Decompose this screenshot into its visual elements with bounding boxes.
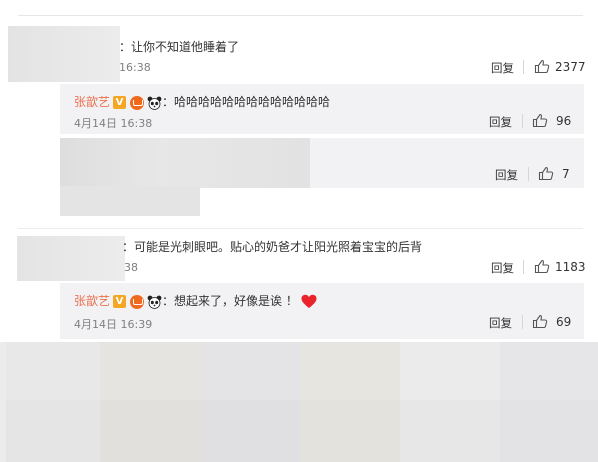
- comment-divider: [18, 228, 583, 229]
- like-count: 1183: [555, 260, 586, 274]
- like-count: 69: [556, 315, 572, 329]
- divider: [522, 114, 523, 128]
- blurred-block: [6, 342, 100, 400]
- blurred-block: [300, 400, 400, 462]
- reply-button[interactable]: 回复: [495, 167, 518, 183]
- divider: [522, 315, 523, 329]
- crown-badge-icon: [130, 95, 145, 110]
- thumbs-up-icon[interactable]: [534, 259, 550, 274]
- divider: [528, 167, 529, 181]
- comment-text: ：让你不知道他睡着了: [119, 40, 240, 54]
- sub-reply-line: 张歆艺 V ：想起来了，好像是诶 ！: [74, 292, 317, 309]
- reply-button[interactable]: 回复: [489, 315, 512, 331]
- panda-emoji-icon: [147, 96, 162, 110]
- blurred-block: [400, 400, 500, 462]
- blurred-block: [200, 400, 300, 462]
- reply-button[interactable]: 回复: [491, 60, 514, 76]
- verified-badge-icon: V: [113, 96, 127, 109]
- comment-time: 38: [124, 261, 138, 274]
- reply-button[interactable]: 回复: [489, 114, 512, 130]
- reply-button[interactable]: 回复: [491, 260, 514, 276]
- avatar-blurred: [8, 26, 120, 82]
- blurred-block: [100, 342, 200, 400]
- sub-reply-text: ：哈哈哈哈哈哈哈哈哈哈哈哈哈: [162, 95, 331, 109]
- like-count: 96: [556, 114, 572, 128]
- blurred-content: [60, 138, 310, 188]
- blurred-block: [300, 342, 400, 400]
- blurred-block: [100, 400, 200, 462]
- comment-time: 16:38: [119, 61, 151, 74]
- blurred-block: [6, 400, 100, 462]
- thumbs-up-icon[interactable]: [538, 166, 554, 181]
- username-link[interactable]: 张歆艺: [74, 95, 110, 109]
- blurred-block: [200, 342, 300, 400]
- username-link[interactable]: 张歆艺: [74, 294, 110, 308]
- sub-reply-text: ：想起来了，好像是诶 ！: [162, 294, 298, 308]
- panda-emoji-icon: [147, 295, 162, 309]
- like-count: 2377: [555, 60, 586, 74]
- like-count: 7: [562, 167, 570, 181]
- sub-reply-time: 4月14日 16:38: [74, 117, 153, 130]
- blurred-block: [400, 342, 500, 400]
- heart-emoji-icon: [301, 294, 317, 309]
- top-divider: [18, 15, 583, 16]
- verified-badge-icon: V: [113, 295, 127, 308]
- blurred-block: [500, 342, 598, 400]
- avatar-blurred: [17, 236, 125, 281]
- blurred-block: [500, 400, 598, 462]
- sub-reply-line: 张歆艺 V ：哈哈哈哈哈哈哈哈哈哈哈哈哈: [74, 93, 330, 110]
- divider: [523, 60, 524, 74]
- comment-text: ：可能是光刺眼吧。贴心的奶爸才让阳光照着宝宝的后背: [122, 240, 423, 254]
- thumbs-up-icon[interactable]: [534, 59, 550, 74]
- blurred-content: [60, 186, 200, 216]
- sub-reply-time: 4月14日 16:39: [74, 318, 153, 331]
- thumbs-up-icon[interactable]: [532, 113, 548, 128]
- thumbs-up-icon[interactable]: [532, 314, 548, 329]
- sub-reply: 张歆艺 V ：想起来了，好像是诶 ！ 4月14日 16:39 回复 69: [60, 283, 584, 339]
- divider: [523, 260, 524, 274]
- sub-reply: 张歆艺 V ：哈哈哈哈哈哈哈哈哈哈哈哈哈 4月14日 16:38 回复 96: [60, 84, 584, 134]
- crown-badge-icon: [130, 294, 145, 309]
